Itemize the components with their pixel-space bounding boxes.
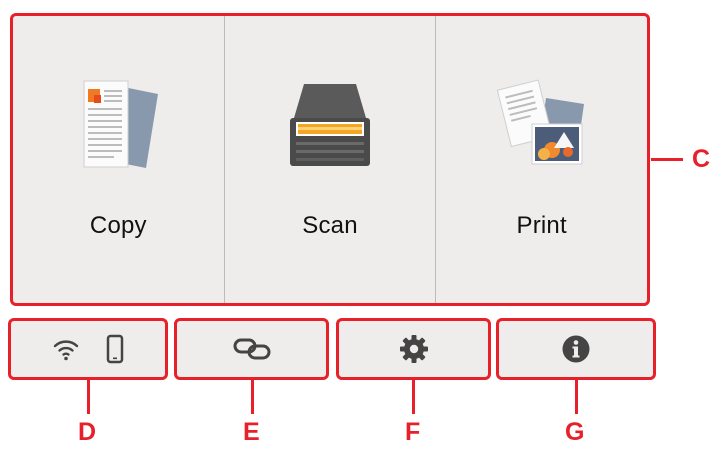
callout-c: C: [692, 145, 711, 173]
scan-button[interactable]: Scan: [223, 16, 436, 303]
callout-line-f: [412, 380, 415, 414]
print-button[interactable]: Print: [435, 16, 647, 303]
callout-d: D: [78, 418, 97, 446]
callout-line-d: [87, 380, 90, 414]
gear-icon: [399, 335, 428, 363]
callout-line-e: [251, 380, 254, 414]
wifi-icon: [53, 340, 79, 361]
copy-label: Copy: [89, 212, 147, 239]
print-icon: [496, 79, 584, 165]
smartphone-icon: [106, 334, 124, 364]
callout-line-g: [575, 380, 578, 414]
scan-icon: [290, 84, 370, 166]
copy-icon: [83, 80, 159, 168]
callout-g: G: [565, 418, 585, 446]
wireless-connect-button[interactable]: [174, 318, 329, 380]
print-label: Print: [516, 212, 567, 239]
function-panel: Copy Scan Print: [10, 13, 650, 306]
callout-e: E: [243, 418, 260, 446]
info-button[interactable]: [496, 318, 656, 380]
callout-line-c: [651, 158, 683, 161]
callout-f: F: [405, 418, 421, 446]
link-icon: [233, 338, 270, 360]
info-icon: [562, 335, 590, 363]
scan-label: Scan: [302, 212, 358, 239]
copy-button[interactable]: Copy: [13, 16, 224, 303]
settings-button[interactable]: [336, 318, 491, 380]
network-status-button[interactable]: [8, 318, 168, 380]
